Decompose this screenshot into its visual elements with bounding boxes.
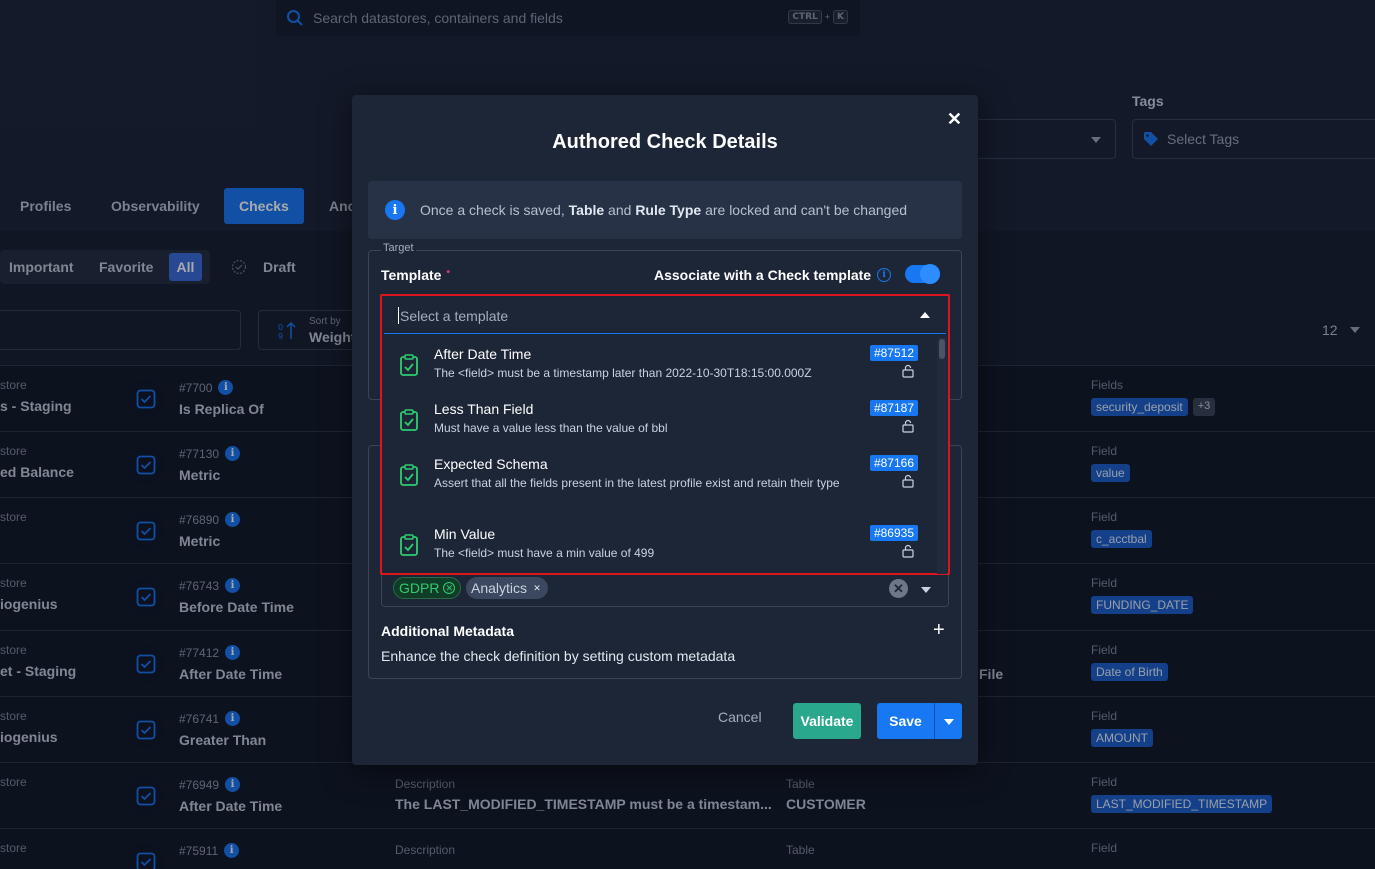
info-icon: i [385,200,405,220]
template-option-desc: Assert that all the fields present in th… [434,476,840,490]
notice-text-post: are locked and can't be changed [701,202,908,218]
cancel-button[interactable]: Cancel [718,709,762,725]
template-placeholder: Select a template [400,307,509,324]
info-icon[interactable]: i [877,268,892,282]
chevron-up-icon[interactable] [920,312,930,318]
notice-rule-type: Rule Type [635,202,702,218]
tag-chip-label: GDPR [399,580,440,596]
clipboard-check-icon [399,409,419,431]
notice-text: Once a check is saved, Table and Rule Ty… [420,202,907,218]
template-options-list: After Date Time The <field> must be a tim… [384,336,936,571]
template-option[interactable]: Min Value The <field> must have a min val… [384,516,936,571]
associate-template-toggle[interactable] [905,264,940,284]
clipboard-check-icon [399,534,419,556]
template-label-text: Template [381,267,442,283]
template-option-title: Min Value [434,526,496,542]
unlock-icon [902,474,914,488]
chevron-down-icon[interactable] [921,587,931,593]
clipboard-check-icon [399,464,419,486]
template-id-badge: #87166 [869,455,918,471]
required-indicator: • [446,267,450,278]
template-label: Template • [381,267,450,283]
additional-metadata-desc: Enhance the check definition by setting … [381,648,736,664]
notice-text-pre: Once a check is saved, [420,202,569,218]
save-options-button[interactable] [934,703,962,739]
text-caret [398,307,399,324]
template-option-desc: Must have a value less than the value of… [434,421,668,435]
close-icon[interactable]: ✕ [947,109,962,130]
unlock-icon [902,544,914,558]
add-metadata-icon[interactable]: + [933,619,945,642]
clipboard-check-icon [399,354,419,376]
template-id-badge: #87187 [869,400,918,416]
template-option[interactable]: Less Than Field Must have a value less th… [384,391,936,446]
dropdown-scrollbar[interactable] [937,337,947,574]
template-id-badge: #87512 [869,345,918,361]
template-option[interactable]: Expected Schema Assert that all the field… [384,446,936,516]
lock-notice: i Once a check is saved, Table and Rule … [368,181,962,239]
template-select-input[interactable]: Select a template [384,298,946,334]
remove-tag-icon[interactable]: ✕ [443,582,456,594]
template-id-badge: #86935 [869,525,918,541]
notice-table: Table [568,202,605,218]
associate-template-label: Associate with a Check template i [654,267,892,283]
template-option-title: After Date Time [434,346,532,362]
tag-chip-analytics: Analytics ✕ [466,577,549,599]
associate-template-text: Associate with a Check template [654,267,872,283]
tag-chip-gdpr: GDPR ✕ [393,577,462,599]
template-option-title: Expected Schema [434,456,548,472]
scrollbar-thumb[interactable] [939,339,945,359]
template-option-desc: The <field> must have a min value of 499 [434,546,655,560]
clear-tags-icon[interactable]: ✕ [889,579,908,598]
notice-text-mid: and [604,202,636,218]
additional-metadata-label: Additional Metadata [381,623,515,639]
remove-tag-icon[interactable]: ✕ [531,582,543,594]
template-option[interactable]: After Date Time The <field> must be a tim… [384,336,936,391]
unlock-icon [902,419,914,433]
modal-title: Authored Check Details [552,131,778,153]
template-option-title: Less Than Field [434,401,534,417]
tag-chip-label: Analytics [471,580,528,596]
target-legend: Target [381,242,416,254]
save-button[interactable]: Save [877,703,934,739]
unlock-icon [902,364,914,378]
template-dropdown: Select a template After Date Time The <fi… [380,294,950,575]
validate-button[interactable]: Validate [793,703,861,739]
template-option-desc: The <field> must be a timestamp later th… [434,366,812,380]
